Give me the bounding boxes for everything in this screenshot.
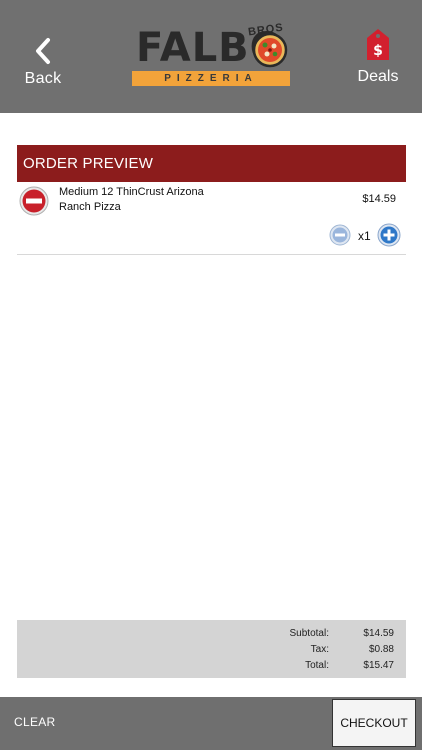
pizza-icon [252,32,288,68]
svg-text:$: $ [373,43,383,59]
subtotal-value: $14.59 [363,628,394,639]
clear-button[interactable]: CLEAR [14,715,56,729]
total-row: Total: $15.47 [17,660,406,676]
item-price: $14.59 [362,193,396,205]
tax-label: Tax: [310,644,329,655]
tax-value: $0.88 [368,644,394,655]
app-header: Back FALBO BROS PIZZERIA $ Deals [0,0,422,113]
remove-item-icon[interactable] [19,186,49,216]
increase-quantity-icon[interactable] [377,223,401,247]
order-item: Medium 12 ThinCrust Arizona Ranch Pizza … [17,182,406,255]
back-label: Back [24,70,62,87]
price-tag-icon: $ [367,29,389,60]
item-quantity: x1 [358,229,371,243]
checkout-button[interactable]: CHECKOUT [332,699,416,747]
logo-pizzeria-band: PIZZERIA [132,71,290,86]
footer-bar: CLEAR CHECKOUT [0,697,422,750]
subtotal-row: Subtotal: $14.59 [17,628,406,644]
order-preview-header: ORDER PREVIEW [17,145,406,182]
tax-row: Tax: $0.88 [17,644,406,660]
deals-label: Deals [357,68,399,85]
falbo-bros-logo: FALBO BROS PIZZERIA [130,22,292,88]
order-totals: Subtotal: $14.59 Tax: $0.88 Total: $15.4… [17,620,406,678]
deals-button[interactable]: $ Deals [352,28,404,90]
total-value: $15.47 [363,660,394,671]
total-label: Total: [305,660,329,671]
subtotal-label: Subtotal: [289,628,329,639]
decrease-quantity-icon[interactable] [329,224,351,246]
item-name: Medium 12 ThinCrust Arizona Ranch Pizza [59,186,204,213]
chevron-left-icon [36,38,50,64]
back-button[interactable]: Back [16,30,70,92]
